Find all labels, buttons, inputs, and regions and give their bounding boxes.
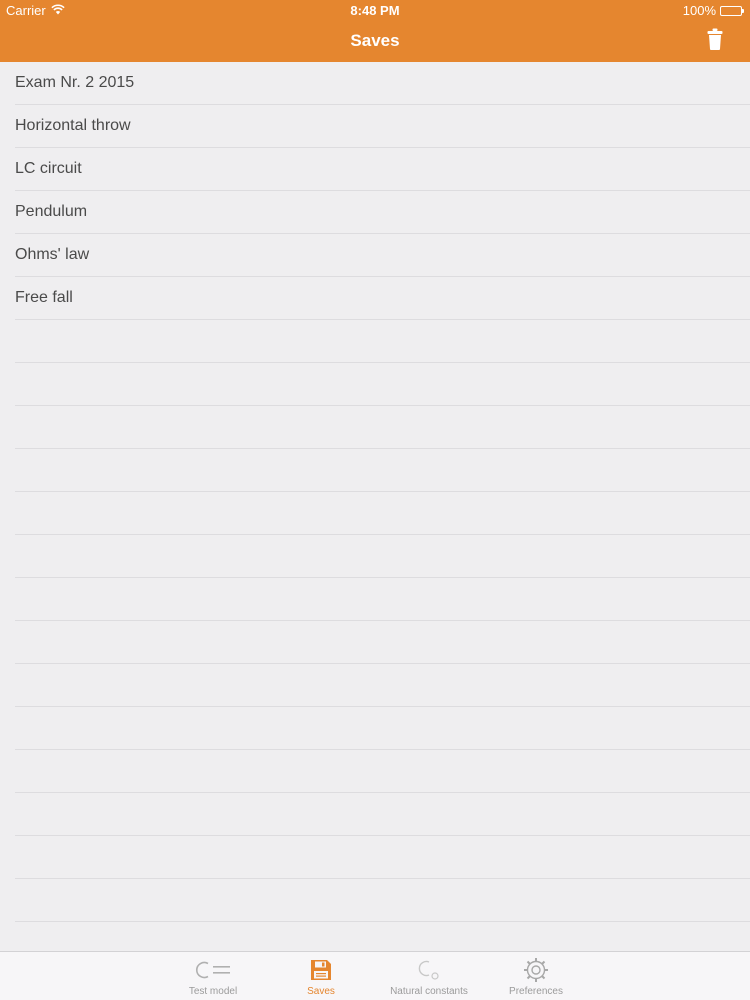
battery-icon (720, 5, 744, 16)
save-item[interactable]: LC circuit (0, 148, 750, 191)
saves-list: Exam Nr. 2 2015 Horizontal throw LC circ… (0, 62, 750, 965)
status-right: 100% (683, 3, 744, 18)
status-bar: Carrier 8:48 PM 100% (0, 0, 750, 20)
page-title: Saves (350, 31, 400, 50)
empty-row (0, 535, 750, 578)
empty-row (0, 793, 750, 836)
tab-label: Test model (188, 986, 238, 997)
save-item-label: Pendulum (15, 203, 88, 220)
empty-row (0, 664, 750, 707)
save-item[interactable]: Horizontal throw (0, 105, 750, 148)
empty-row (0, 836, 750, 879)
empty-row (0, 707, 750, 750)
floppy-disk-icon (271, 957, 371, 983)
save-item[interactable]: Pendulum (0, 191, 750, 234)
tab-test-model[interactable]: Test model (163, 952, 263, 1000)
tab-label: Preferences (509, 986, 563, 997)
save-item-label: Free fall (15, 289, 73, 306)
delete-all-button[interactable] (704, 28, 726, 54)
save-item-label: Ohms' law (15, 246, 90, 263)
navigation-header: Carrier 8:48 PM 100% Saves (0, 0, 750, 62)
empty-row (0, 449, 750, 492)
empty-row (0, 750, 750, 793)
battery-percentage: 100% (682, 3, 716, 18)
save-item-label: Horizontal throw (15, 117, 131, 134)
tab-preferences[interactable]: Preferences (486, 952, 586, 1000)
gear-icon (486, 957, 586, 983)
trash-icon (707, 28, 723, 55)
save-item[interactable]: Exam Nr. 2 2015 (0, 62, 750, 105)
empty-row (0, 879, 750, 922)
empty-row (0, 363, 750, 406)
empty-row (0, 621, 750, 664)
empty-row (0, 492, 750, 535)
save-item[interactable]: Ohms' law (0, 234, 750, 277)
empty-row (0, 406, 750, 449)
tab-bar: Test model Saves Natural constants Prefe… (0, 951, 750, 1000)
status-time: 8:48 PM (350, 3, 400, 18)
tab-label: Saves (307, 986, 335, 997)
empty-row (0, 320, 750, 363)
save-item-label: Exam Nr. 2 2015 (15, 74, 135, 91)
c-equals-icon (163, 957, 263, 983)
tab-natural-constants[interactable]: Natural constants (379, 952, 479, 1000)
tab-saves[interactable]: Saves (271, 952, 371, 1000)
tab-label: Natural constants (390, 986, 468, 997)
save-item-label: LC circuit (15, 160, 82, 177)
empty-row (0, 578, 750, 621)
save-item[interactable]: Free fall (0, 277, 750, 320)
constant-c-icon (379, 957, 479, 983)
